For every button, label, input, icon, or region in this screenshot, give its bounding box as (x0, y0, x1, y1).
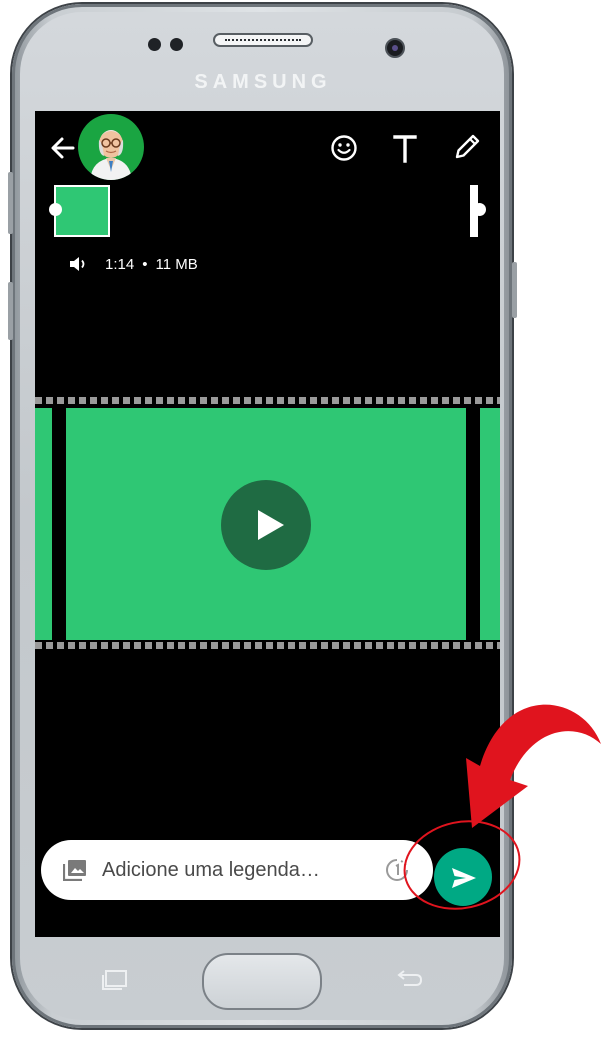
pencil-icon[interactable] (451, 131, 483, 163)
video-duration: 1:14 (105, 255, 135, 273)
trim-end-handle[interactable] (473, 203, 486, 216)
film-frame (480, 408, 500, 640)
film-perforations (35, 397, 500, 404)
video-info: 1:14 • 11 MB (69, 255, 198, 273)
bixby-button (8, 282, 13, 340)
caption-input[interactable] (102, 855, 372, 885)
video-thumbnail[interactable] (54, 185, 110, 237)
volume-button (8, 172, 13, 234)
earpiece-speaker (213, 33, 313, 47)
sensor-dot (148, 38, 161, 51)
power-button (512, 262, 517, 318)
video-size: 11 MB (155, 255, 198, 273)
separator-dot: • (142, 255, 148, 273)
caption-bar (41, 840, 433, 900)
play-button[interactable] (221, 480, 311, 570)
recent-apps-icon[interactable] (100, 969, 130, 991)
brand-logo: SAMSUNG (194, 71, 332, 93)
volume-icon[interactable] (69, 256, 87, 272)
text-tool-icon[interactable] (392, 131, 418, 165)
avatar[interactable] (78, 114, 144, 180)
film-frame (35, 408, 52, 640)
home-button[interactable] (202, 953, 322, 1010)
back-key-icon[interactable] (394, 969, 424, 989)
person-icon (90, 130, 132, 180)
back-arrow-icon[interactable] (49, 134, 77, 162)
trim-start-handle[interactable] (49, 203, 62, 216)
red-arrow-annotation (466, 704, 601, 828)
gallery-icon[interactable] (63, 859, 87, 881)
emoji-icon[interactable] (330, 134, 358, 162)
film-perforations (35, 642, 500, 649)
front-camera (385, 38, 405, 58)
sensor-dot (170, 38, 183, 51)
